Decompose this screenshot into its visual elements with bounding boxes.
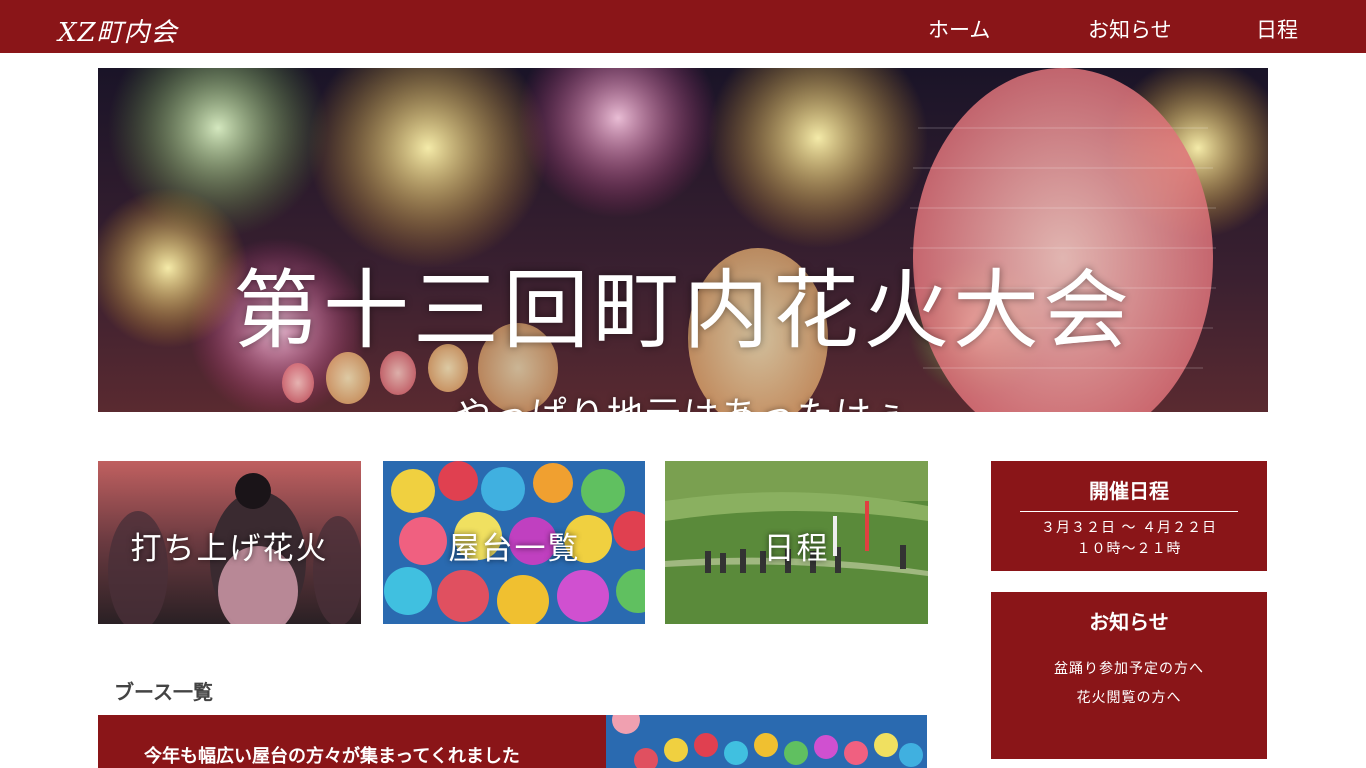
- hero-title: 第十三回町内花火大会: [233, 261, 1133, 361]
- notice-link-fireworks-viewing[interactable]: 花火閲覧の方へ: [991, 687, 1267, 707]
- booth-banner: 今年も幅広い屋台の方々が集まってくれました: [98, 715, 927, 768]
- booth-banner-text: 今年も幅広い屋台の方々が集まってくれました: [144, 746, 520, 767]
- site-header: XZ町内会 ホーム お知らせ 日程: [0, 0, 1366, 53]
- booth-section-heading: ブース一覧: [114, 680, 213, 704]
- notice-box-title: お知らせ: [1089, 610, 1169, 634]
- hero-banner: 第十三回町内花火大会 やっぱり地元はあったけぇ: [98, 68, 1268, 412]
- schedule-box-divider: [1020, 511, 1238, 512]
- nav-news[interactable]: お知らせ: [1088, 14, 1172, 44]
- site-logo[interactable]: XZ町内会: [58, 12, 178, 49]
- card-fireworks[interactable]: 打ち上げ花火: [98, 461, 361, 624]
- nav-home[interactable]: ホーム: [928, 14, 990, 44]
- card-stalls[interactable]: 屋台一覧: [383, 461, 646, 624]
- schedule-box-title: 開催日程: [1089, 479, 1169, 503]
- card-schedule-label: 日程: [763, 531, 830, 567]
- schedule-hours: １０時〜２１時: [1076, 541, 1182, 557]
- schedule-dates: ３月３２日 〜 ４月２２日: [1041, 520, 1217, 536]
- card-schedule[interactable]: 日程: [665, 461, 928, 624]
- booth-banner-image: [606, 715, 927, 768]
- notice-box: お知らせ 盆踊り参加予定の方へ 花火閲覧の方へ: [991, 592, 1267, 759]
- schedule-box: 開催日程 ３月３２日 〜 ４月２２日 １０時〜２１時: [991, 461, 1267, 571]
- notice-link-bon-odori[interactable]: 盆踊り参加予定の方へ: [991, 658, 1267, 678]
- nav-schedule[interactable]: 日程: [1256, 14, 1298, 44]
- hero-subtitle: やっぱり地元はあったけぇ: [428, 386, 938, 412]
- card-stalls-label: 屋台一覧: [448, 531, 581, 567]
- card-fireworks-label: 打ち上げ花火: [130, 531, 329, 567]
